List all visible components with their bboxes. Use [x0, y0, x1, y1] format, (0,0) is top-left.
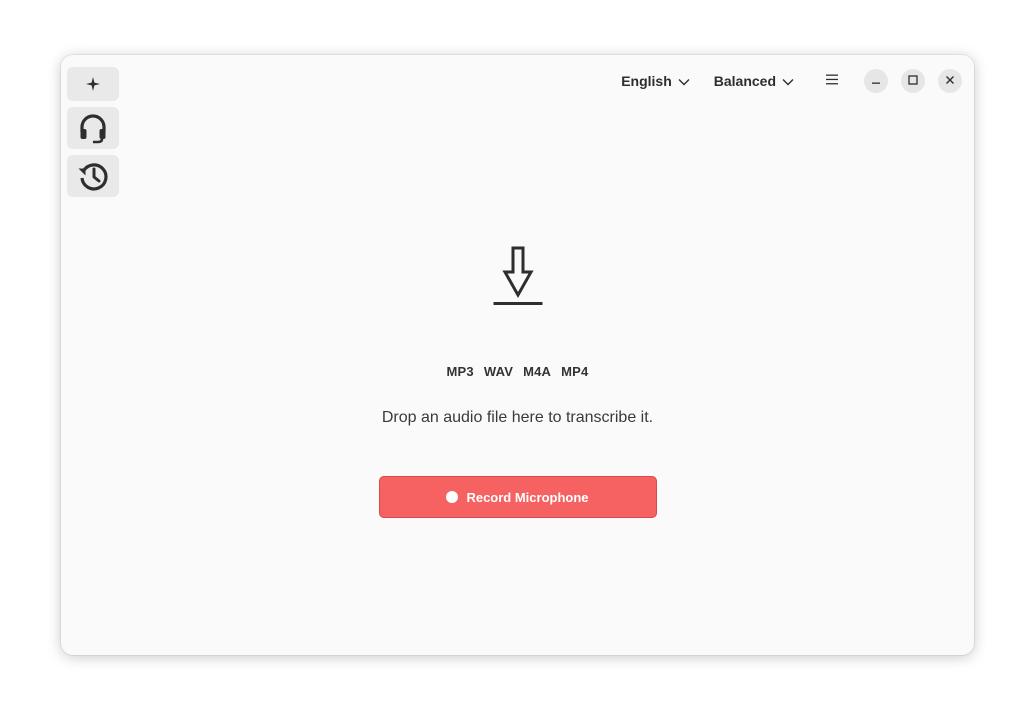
- drop-zone[interactable]: MP3 WAV M4A MP4 Drop an audio file here …: [61, 245, 974, 518]
- history-icon: [77, 160, 109, 192]
- sidebar-item-sparkle[interactable]: [67, 67, 119, 101]
- minimize-icon: [871, 72, 881, 90]
- format-label: MP3: [446, 364, 474, 379]
- download-arrow-icon: [493, 245, 543, 312]
- sidebar: [67, 67, 119, 197]
- maximize-button[interactable]: [901, 69, 925, 93]
- format-label: M4A: [523, 364, 552, 379]
- record-microphone-button[interactable]: Record Microphone: [378, 476, 657, 518]
- window-controls: [864, 69, 962, 93]
- header-bar: English Balanced: [613, 67, 962, 95]
- close-button[interactable]: [938, 69, 962, 93]
- format-label: WAV: [483, 364, 514, 379]
- app-window: English Balanced MP3 WAV M4A MP4 Drop an…: [61, 55, 974, 655]
- sparkle-icon: [86, 77, 100, 91]
- record-dot-icon: [446, 491, 459, 503]
- chevron-down-icon: [782, 73, 794, 89]
- chevron-down-icon: [678, 73, 690, 89]
- model-label: Balanced: [713, 73, 776, 89]
- maximize-icon: [908, 72, 918, 90]
- minimize-button[interactable]: [864, 69, 888, 93]
- format-label: MP4: [561, 364, 589, 379]
- hamburger-icon: [826, 72, 838, 90]
- language-dropdown[interactable]: English: [613, 67, 698, 95]
- close-icon: [945, 72, 955, 90]
- headset-icon: [77, 112, 109, 144]
- drop-hint-text: Drop an audio file here to transcribe it…: [381, 409, 654, 426]
- model-dropdown[interactable]: Balanced: [706, 67, 802, 95]
- main-menu-button[interactable]: [818, 67, 846, 95]
- supported-formats: MP3 WAV M4A MP4: [447, 364, 589, 379]
- sidebar-item-history[interactable]: [67, 155, 119, 197]
- sidebar-item-headset[interactable]: [67, 107, 119, 149]
- language-label: English: [621, 73, 672, 89]
- record-button-label: Record Microphone: [466, 489, 589, 505]
